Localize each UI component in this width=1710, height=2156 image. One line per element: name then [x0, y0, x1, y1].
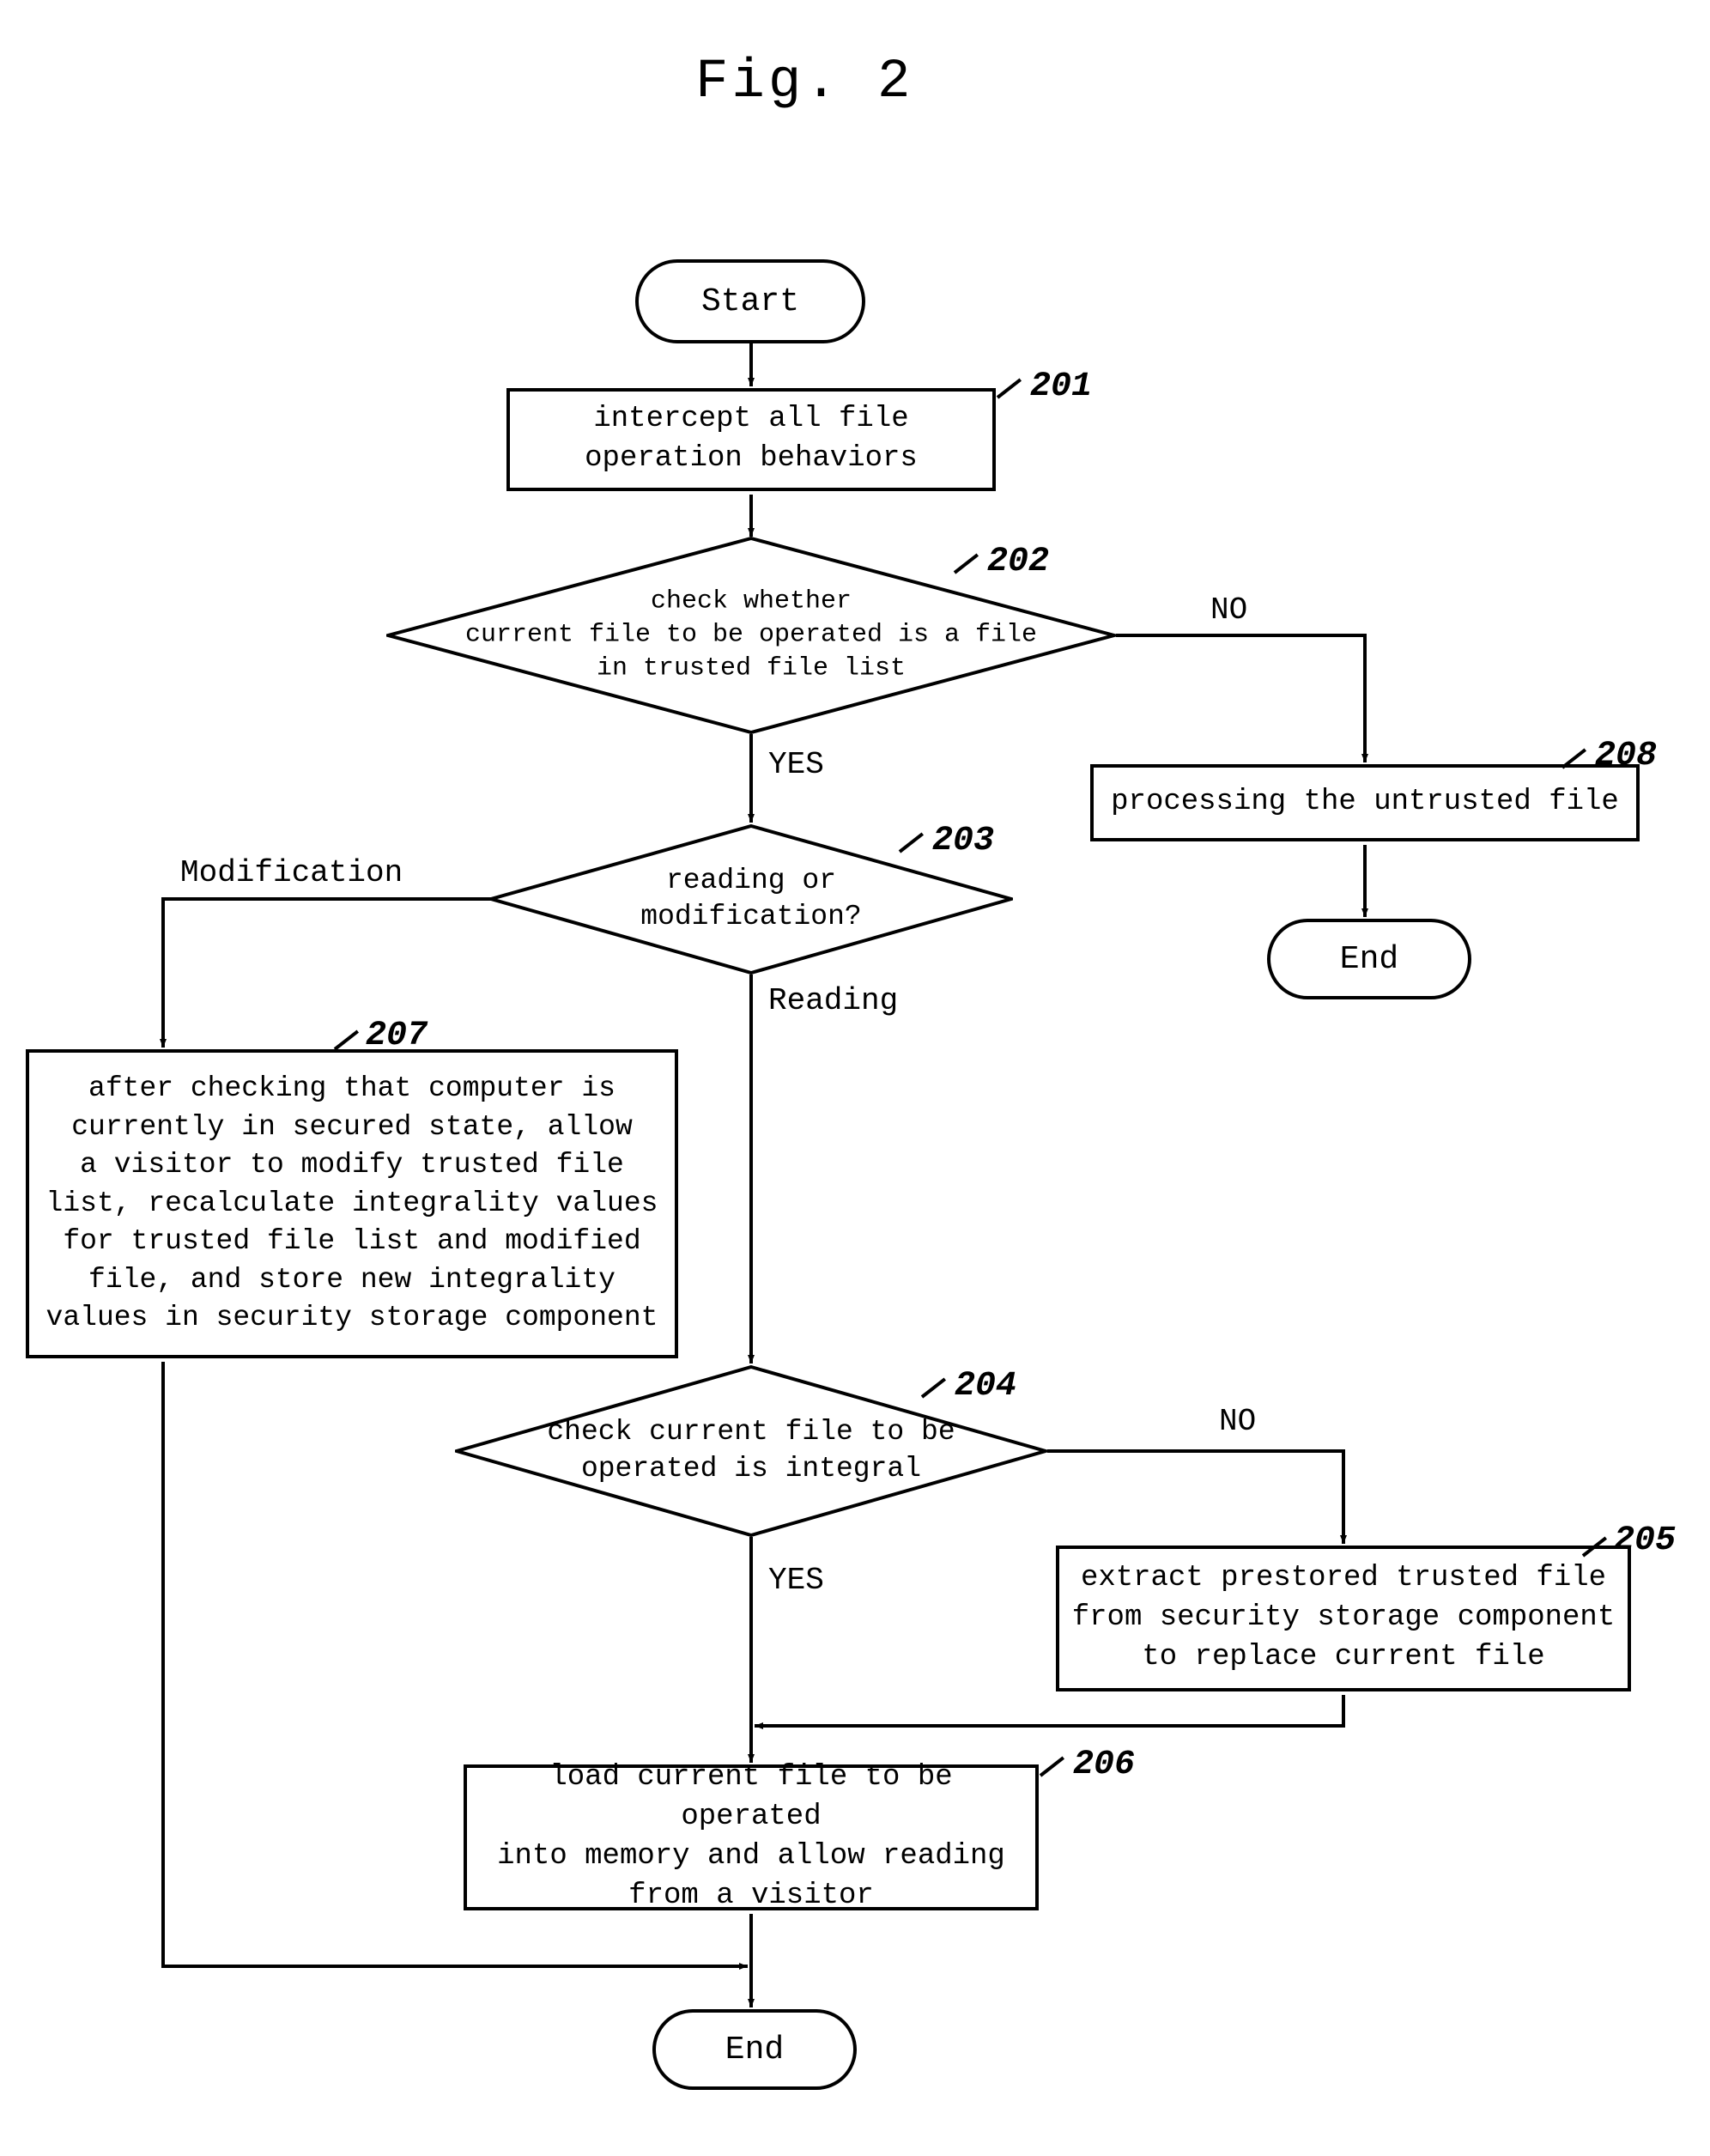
- figure-title: Fig. 2: [695, 52, 913, 113]
- label-203-mod: Modification: [180, 855, 403, 890]
- flowchart-canvas: Fig. 2 Start intercept all file operatio…: [0, 0, 1710, 2156]
- process-206: load current file to be operated into me…: [464, 1764, 1039, 1910]
- label-204-yes: YES: [768, 1563, 824, 1598]
- end-bottom: End: [652, 2009, 857, 2090]
- label-202-no: NO: [1210, 592, 1247, 628]
- decision-204: check current file to be operated is int…: [455, 1365, 1047, 1537]
- label-203-read: Reading: [768, 983, 898, 1018]
- process-208: processing the untrusted file: [1090, 764, 1640, 841]
- decision-203: reading or modification?: [489, 824, 1013, 975]
- ref-206: 206: [1073, 1746, 1135, 1784]
- ref-207-tick: [334, 1029, 359, 1050]
- decision-202-label: check whether current file to be operate…: [386, 586, 1116, 686]
- ref-201-tick: [997, 378, 1022, 398]
- decision-204-label: check current file to be operated is int…: [455, 1414, 1047, 1488]
- process-205: extract prestored trusted file from secu…: [1056, 1546, 1631, 1691]
- ref-208: 208: [1595, 737, 1657, 775]
- process-207: after checking that computer is currentl…: [26, 1049, 678, 1358]
- label-202-yes: YES: [768, 747, 824, 782]
- ref-205: 205: [1614, 1521, 1676, 1560]
- ref-207: 207: [366, 1017, 428, 1055]
- label-204-no: NO: [1219, 1404, 1256, 1439]
- ref-201: 201: [1030, 367, 1092, 406]
- decision-203-label: reading or modification?: [489, 863, 1013, 937]
- process-201: intercept all file operation behaviors: [506, 388, 996, 491]
- end-right: End: [1267, 919, 1471, 999]
- decision-202: check whether current file to be operate…: [386, 537, 1116, 734]
- ref-206-tick: [1040, 1756, 1064, 1776]
- start-node: Start: [635, 259, 865, 343]
